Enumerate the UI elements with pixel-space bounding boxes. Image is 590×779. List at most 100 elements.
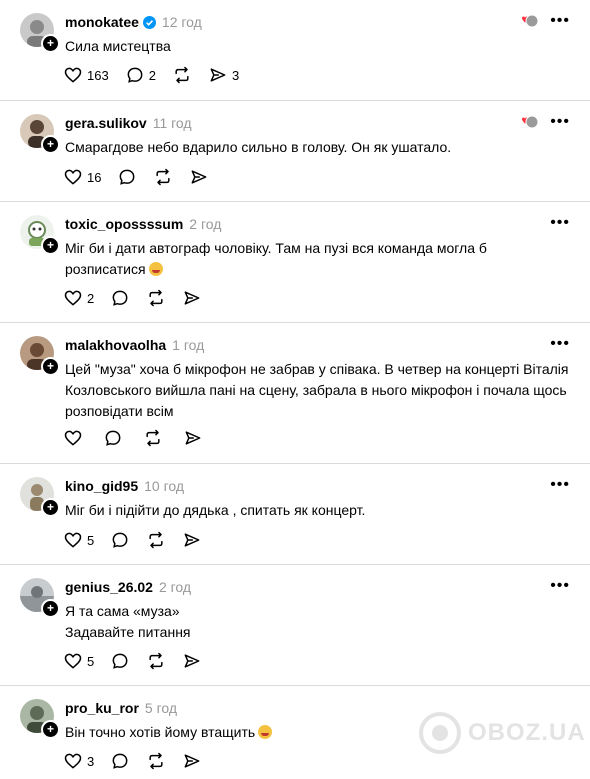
watermark-logo-icon xyxy=(419,712,461,754)
send-icon xyxy=(184,291,200,305)
repost-button[interactable] xyxy=(146,750,166,772)
post: + malakhovaolha 1 год ••• Цей "муза" хоча… xyxy=(0,323,590,464)
repost-button[interactable] xyxy=(146,529,166,551)
like-count: 3 xyxy=(87,753,95,769)
like-button[interactable]: 3 xyxy=(63,750,94,772)
timestamp: 12 год xyxy=(161,14,202,30)
comment-button[interactable] xyxy=(117,166,137,188)
follow-plus-icon[interactable]: + xyxy=(41,34,60,53)
comment-button[interactable] xyxy=(110,650,130,672)
heart-icon xyxy=(64,532,82,548)
send-icon xyxy=(192,170,207,184)
username[interactable]: gera.sulikov xyxy=(65,115,147,131)
comment-button[interactable] xyxy=(110,750,130,772)
repost-button[interactable] xyxy=(146,650,166,672)
comment-button[interactable]: 2 xyxy=(125,64,156,86)
action-bar: 5 xyxy=(63,650,218,672)
post-header: pro_ku_ror 5 год xyxy=(65,699,177,717)
comment-icon xyxy=(105,430,121,446)
like-button[interactable]: 16 xyxy=(63,166,101,188)
like-button[interactable] xyxy=(63,427,83,449)
follow-plus-icon[interactable]: + xyxy=(41,236,60,255)
post-text: Міг би і дати автограф чоловіку. Там на … xyxy=(65,240,487,277)
heart-icon xyxy=(64,290,82,306)
follow-plus-icon[interactable]: + xyxy=(41,720,60,739)
heart-icon xyxy=(64,430,82,446)
post-header: gera.sulikov 11 год xyxy=(65,114,192,132)
share-button[interactable] xyxy=(183,427,203,449)
more-options-icon[interactable]: ••• xyxy=(550,477,570,493)
username[interactable]: genius_26.02 xyxy=(65,579,153,595)
username[interactable]: kino_gid95 xyxy=(65,478,138,494)
username[interactable]: malakhovaolha xyxy=(65,337,166,353)
repost-icon xyxy=(149,531,163,549)
repost-icon xyxy=(149,289,163,307)
grinning-emoji-icon xyxy=(258,725,273,739)
send-icon xyxy=(184,533,200,547)
repost-icon xyxy=(149,752,163,770)
username[interactable]: pro_ku_ror xyxy=(65,700,139,716)
heart-icon xyxy=(64,67,82,83)
share-button[interactable]: 3 xyxy=(208,64,239,86)
post-header: malakhovaolha 1 год xyxy=(65,336,204,354)
post-header: toxic_opossssum 2 год xyxy=(65,215,221,233)
comment-icon xyxy=(112,653,128,669)
heart-icon xyxy=(64,653,82,669)
like-button[interactable]: 5 xyxy=(63,650,94,672)
like-count: 5 xyxy=(87,653,95,669)
post: + monokatee 12 год ••• Сила мистецтва 163… xyxy=(0,0,590,101)
username[interactable]: monokatee xyxy=(65,14,139,30)
send-icon xyxy=(185,431,201,445)
repost-button[interactable] xyxy=(172,64,192,86)
send-icon xyxy=(184,754,200,768)
action-bar: 5 xyxy=(63,529,218,551)
share-button[interactable] xyxy=(182,650,202,672)
like-button[interactable]: 2 xyxy=(63,287,94,309)
post: + kino_gid95 10 год ••• Міг би і підійти … xyxy=(0,464,590,565)
like-count: 16 xyxy=(87,169,102,185)
post-text: Міг би і підійти до дядька , спитать як … xyxy=(65,502,366,518)
share-button[interactable] xyxy=(182,750,202,772)
send-icon xyxy=(210,68,226,82)
follow-plus-icon[interactable]: + xyxy=(41,357,60,376)
like-button[interactable]: 5 xyxy=(63,529,94,551)
more-options-icon[interactable]: ••• xyxy=(550,114,570,130)
send-icon xyxy=(184,654,200,668)
action-bar: 3 xyxy=(63,750,218,772)
more-options-icon[interactable]: ••• xyxy=(550,215,570,231)
timestamp: 5 год xyxy=(144,700,178,716)
repost-icon xyxy=(146,429,160,447)
share-button[interactable] xyxy=(182,529,202,551)
username[interactable]: toxic_opossssum xyxy=(65,216,183,232)
comment-icon xyxy=(120,169,135,185)
post-header: kino_gid95 10 год xyxy=(65,477,184,495)
follow-plus-icon[interactable]: + xyxy=(41,599,60,618)
follow-plus-icon[interactable]: + xyxy=(41,135,60,154)
action-bar: 2 xyxy=(63,287,218,309)
like-count: 2 xyxy=(87,290,95,306)
post-text: Смарагдове небо вдарило сильно в голову.… xyxy=(65,139,452,155)
action-bar: 16 xyxy=(63,166,225,188)
more-options-icon[interactable]: ••• xyxy=(550,336,570,352)
repost-button[interactable] xyxy=(153,166,173,188)
timestamp: 10 год xyxy=(144,478,185,494)
action-bar xyxy=(63,427,219,449)
comment-icon xyxy=(112,290,128,306)
share-button[interactable] xyxy=(189,166,209,188)
repost-button[interactable] xyxy=(146,287,166,309)
post-text: Цей "муза" хоча б мікрофон не забрав у с… xyxy=(65,361,569,419)
liker-avatars-icon xyxy=(518,115,539,129)
follow-plus-icon[interactable]: + xyxy=(41,498,60,517)
liker-avatars-icon xyxy=(518,14,539,28)
share-button[interactable] xyxy=(182,287,202,309)
like-button[interactable]: 163 xyxy=(63,64,109,86)
more-options-icon[interactable]: ••• xyxy=(550,578,570,594)
heart-icon xyxy=(64,753,82,769)
repost-button[interactable] xyxy=(143,427,163,449)
comment-button[interactable] xyxy=(110,529,130,551)
comment-count: 2 xyxy=(148,67,156,83)
post: + genius_26.02 2 год ••• Я та сама «муза»… xyxy=(0,565,590,686)
more-options-icon[interactable]: ••• xyxy=(550,13,570,29)
comment-button[interactable] xyxy=(103,427,123,449)
comment-button[interactable] xyxy=(110,287,130,309)
